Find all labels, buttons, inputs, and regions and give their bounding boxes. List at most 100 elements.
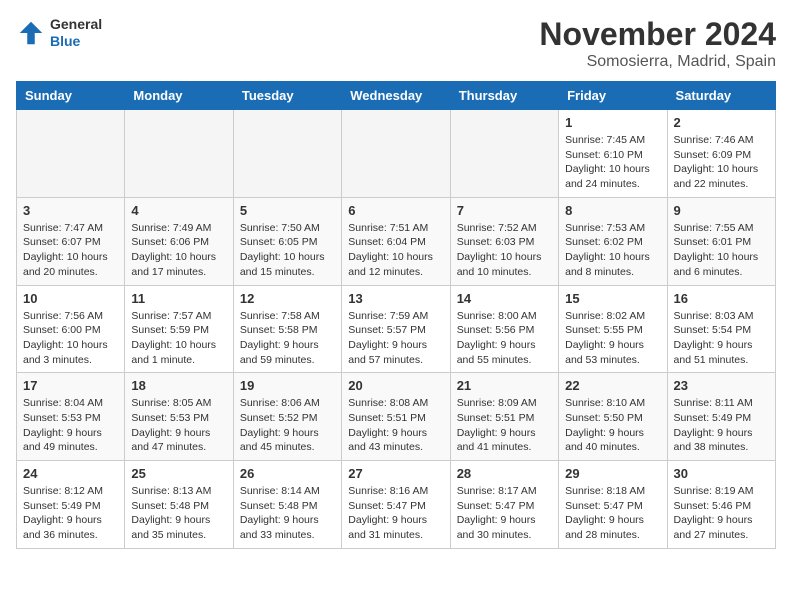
logo-general: General	[50, 16, 102, 33]
day-info: Sunrise: 7:52 AM Sunset: 6:03 PM Dayligh…	[457, 221, 552, 280]
day-info: Sunrise: 7:49 AM Sunset: 6:06 PM Dayligh…	[131, 221, 226, 280]
calendar-cell	[450, 110, 558, 198]
day-info: Sunrise: 8:02 AM Sunset: 5:55 PM Dayligh…	[565, 309, 660, 368]
calendar-cell: 2 Sunrise: 7:46 AM Sunset: 6:09 PM Daylig…	[667, 110, 775, 198]
day-info: Sunrise: 8:13 AM Sunset: 5:48 PM Dayligh…	[131, 484, 226, 543]
day-number: 4	[131, 203, 226, 218]
day-number: 5	[240, 203, 335, 218]
calendar-cell: 1 Sunrise: 7:45 AM Sunset: 6:10 PM Daylig…	[559, 110, 667, 198]
location: Somosierra, Madrid, Spain	[539, 53, 776, 71]
day-number: 30	[674, 466, 769, 481]
weekday-header: Sunday	[17, 82, 125, 110]
day-number: 9	[674, 203, 769, 218]
day-info: Sunrise: 7:56 AM Sunset: 6:00 PM Dayligh…	[23, 309, 118, 368]
calendar-week-row: 17 Sunrise: 8:04 AM Sunset: 5:53 PM Dayli…	[17, 373, 776, 461]
day-number: 19	[240, 378, 335, 393]
day-number: 24	[23, 466, 118, 481]
logo-blue: Blue	[50, 33, 102, 50]
day-number: 12	[240, 291, 335, 306]
day-number: 18	[131, 378, 226, 393]
day-info: Sunrise: 8:18 AM Sunset: 5:47 PM Dayligh…	[565, 484, 660, 543]
day-info: Sunrise: 7:45 AM Sunset: 6:10 PM Dayligh…	[565, 133, 660, 192]
calendar-cell: 3 Sunrise: 7:47 AM Sunset: 6:07 PM Daylig…	[17, 197, 125, 285]
logo-icon	[16, 18, 46, 48]
calendar-week-row: 24 Sunrise: 8:12 AM Sunset: 5:49 PM Dayli…	[17, 461, 776, 549]
calendar-cell: 20 Sunrise: 8:08 AM Sunset: 5:51 PM Dayli…	[342, 373, 450, 461]
day-number: 11	[131, 291, 226, 306]
day-number: 21	[457, 378, 552, 393]
day-number: 22	[565, 378, 660, 393]
day-info: Sunrise: 7:59 AM Sunset: 5:57 PM Dayligh…	[348, 309, 443, 368]
day-info: Sunrise: 8:14 AM Sunset: 5:48 PM Dayligh…	[240, 484, 335, 543]
day-info: Sunrise: 8:00 AM Sunset: 5:56 PM Dayligh…	[457, 309, 552, 368]
day-info: Sunrise: 8:11 AM Sunset: 5:49 PM Dayligh…	[674, 396, 769, 455]
calendar-cell: 6Sunrise: 7:51 AM Sunset: 6:04 PM Daylig…	[342, 197, 450, 285]
day-info: Sunrise: 7:51 AM Sunset: 6:04 PM Dayligh…	[348, 221, 443, 280]
weekday-header: Wednesday	[342, 82, 450, 110]
day-number: 3	[23, 203, 118, 218]
day-info: Sunrise: 7:55 AM Sunset: 6:01 PM Dayligh…	[674, 221, 769, 280]
day-info: Sunrise: 8:03 AM Sunset: 5:54 PM Dayligh…	[674, 309, 769, 368]
day-number: 1	[565, 115, 660, 130]
day-info: Sunrise: 8:19 AM Sunset: 5:46 PM Dayligh…	[674, 484, 769, 543]
calendar-cell: 16 Sunrise: 8:03 AM Sunset: 5:54 PM Dayli…	[667, 285, 775, 373]
day-number: 2	[674, 115, 769, 130]
day-number: 20	[348, 378, 443, 393]
day-number: 17	[23, 378, 118, 393]
day-number: 10	[23, 291, 118, 306]
calendar-cell: 4 Sunrise: 7:49 AM Sunset: 6:06 PM Daylig…	[125, 197, 233, 285]
day-info: Sunrise: 7:47 AM Sunset: 6:07 PM Dayligh…	[23, 221, 118, 280]
calendar-cell: 17 Sunrise: 8:04 AM Sunset: 5:53 PM Dayli…	[17, 373, 125, 461]
calendar-cell	[233, 110, 341, 198]
calendar-cell: 27 Sunrise: 8:16 AM Sunset: 5:47 PM Dayli…	[342, 461, 450, 549]
calendar-cell: 25 Sunrise: 8:13 AM Sunset: 5:48 PM Dayli…	[125, 461, 233, 549]
calendar-week-row: 1 Sunrise: 7:45 AM Sunset: 6:10 PM Daylig…	[17, 110, 776, 198]
calendar-cell: 8Sunrise: 7:53 AM Sunset: 6:02 PM Daylig…	[559, 197, 667, 285]
calendar-cell: 26 Sunrise: 8:14 AM Sunset: 5:48 PM Dayli…	[233, 461, 341, 549]
header: General Blue November 2024 Somosierra, M…	[16, 16, 776, 71]
title-section: November 2024 Somosierra, Madrid, Spain	[539, 16, 776, 71]
calendar-cell	[125, 110, 233, 198]
calendar-cell	[342, 110, 450, 198]
calendar-body: 1 Sunrise: 7:45 AM Sunset: 6:10 PM Daylig…	[17, 110, 776, 549]
day-info: Sunrise: 8:10 AM Sunset: 5:50 PM Dayligh…	[565, 396, 660, 455]
day-info: Sunrise: 8:17 AM Sunset: 5:47 PM Dayligh…	[457, 484, 552, 543]
calendar-cell: 19Sunrise: 8:06 AM Sunset: 5:52 PM Dayli…	[233, 373, 341, 461]
day-info: Sunrise: 8:08 AM Sunset: 5:51 PM Dayligh…	[348, 396, 443, 455]
day-info: Sunrise: 7:58 AM Sunset: 5:58 PM Dayligh…	[240, 309, 335, 368]
calendar-cell: 24 Sunrise: 8:12 AM Sunset: 5:49 PM Dayli…	[17, 461, 125, 549]
day-number: 16	[674, 291, 769, 306]
calendar-cell: 28 Sunrise: 8:17 AM Sunset: 5:47 PM Dayli…	[450, 461, 558, 549]
calendar-cell: 15 Sunrise: 8:02 AM Sunset: 5:55 PM Dayli…	[559, 285, 667, 373]
weekday-header: Saturday	[667, 82, 775, 110]
calendar-cell: 14 Sunrise: 8:00 AM Sunset: 5:56 PM Dayli…	[450, 285, 558, 373]
calendar-cell: 30 Sunrise: 8:19 AM Sunset: 5:46 PM Dayli…	[667, 461, 775, 549]
day-number: 8	[565, 203, 660, 218]
calendar-cell: 13Sunrise: 7:59 AM Sunset: 5:57 PM Dayli…	[342, 285, 450, 373]
calendar-cell	[17, 110, 125, 198]
logo: General Blue	[16, 16, 102, 50]
calendar-cell: 5 Sunrise: 7:50 AM Sunset: 6:05 PM Daylig…	[233, 197, 341, 285]
day-info: Sunrise: 7:57 AM Sunset: 5:59 PM Dayligh…	[131, 309, 226, 368]
day-info: Sunrise: 8:12 AM Sunset: 5:49 PM Dayligh…	[23, 484, 118, 543]
day-number: 26	[240, 466, 335, 481]
day-info: Sunrise: 7:50 AM Sunset: 6:05 PM Dayligh…	[240, 221, 335, 280]
logo-text: General Blue	[50, 16, 102, 50]
day-number: 14	[457, 291, 552, 306]
weekday-header: Friday	[559, 82, 667, 110]
day-number: 29	[565, 466, 660, 481]
calendar-week-row: 10 Sunrise: 7:56 AM Sunset: 6:00 PM Dayli…	[17, 285, 776, 373]
day-number: 7	[457, 203, 552, 218]
day-info: Sunrise: 8:04 AM Sunset: 5:53 PM Dayligh…	[23, 396, 118, 455]
day-info: Sunrise: 8:16 AM Sunset: 5:47 PM Dayligh…	[348, 484, 443, 543]
calendar-cell: 18Sunrise: 8:05 AM Sunset: 5:53 PM Dayli…	[125, 373, 233, 461]
day-info: Sunrise: 7:46 AM Sunset: 6:09 PM Dayligh…	[674, 133, 769, 192]
calendar-cell: 10 Sunrise: 7:56 AM Sunset: 6:00 PM Dayli…	[17, 285, 125, 373]
day-number: 25	[131, 466, 226, 481]
day-number: 27	[348, 466, 443, 481]
calendar-cell: 9 Sunrise: 7:55 AM Sunset: 6:01 PM Daylig…	[667, 197, 775, 285]
day-info: Sunrise: 8:09 AM Sunset: 5:51 PM Dayligh…	[457, 396, 552, 455]
weekday-header: Thursday	[450, 82, 558, 110]
day-number: 15	[565, 291, 660, 306]
day-number: 28	[457, 466, 552, 481]
